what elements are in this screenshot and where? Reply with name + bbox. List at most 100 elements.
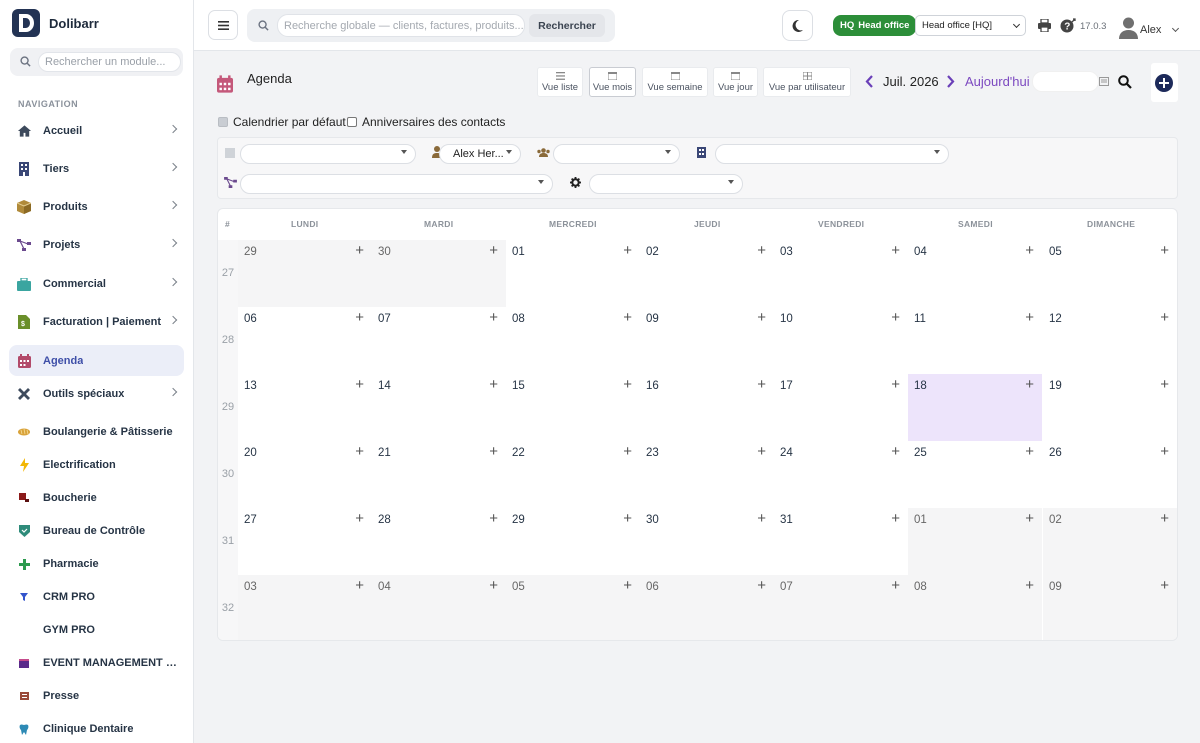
add-event-plus-icon[interactable]: + (1025, 377, 1034, 392)
sidebar-item-boulangerie[interactable]: Boulangerie & Pâtisserie (9, 416, 184, 447)
day-cell[interactable]: 11 + (908, 307, 1042, 374)
sidebar-item-projets[interactable]: Projets (9, 229, 184, 260)
checkbox-checked[interactable] (218, 117, 228, 127)
day-cell[interactable]: 20 + (238, 441, 372, 508)
status-select[interactable] (589, 174, 743, 194)
day-cell[interactable]: 30 + (640, 508, 774, 575)
add-event-plus-icon[interactable]: + (1160, 444, 1169, 459)
add-event-plus-icon[interactable]: + (757, 578, 766, 593)
usergroup-select[interactable] (553, 144, 680, 164)
user-select[interactable]: Alex Her... (439, 144, 521, 164)
add-event-plus-icon[interactable]: + (1025, 444, 1034, 459)
day-cell[interactable]: 21 + (372, 441, 506, 508)
day-cell[interactable]: 23 + (640, 441, 774, 508)
add-event-plus-icon[interactable]: + (757, 243, 766, 258)
search-button[interactable]: Rechercher (529, 14, 605, 37)
day-cell[interactable]: 09 + (640, 307, 774, 374)
sidebar-item-event-management[interactable]: EVENT MANAGEMENT P... (9, 647, 184, 678)
add-event-plus-icon[interactable]: + (355, 511, 364, 526)
add-event-plus-icon[interactable]: + (489, 444, 498, 459)
day-cell[interactable]: 03 + (238, 575, 372, 640)
day-cell[interactable]: 04 + (372, 575, 506, 640)
day-cell-today[interactable]: 18 + (908, 374, 1042, 441)
help-icon[interactable]: ? (1060, 18, 1077, 33)
thirdparty-select[interactable] (715, 144, 949, 164)
sidebar-item-produits[interactable]: Produits (9, 191, 184, 222)
entity-badge[interactable]: HQ Head office (833, 15, 917, 36)
day-cell[interactable]: 10 + (774, 307, 908, 374)
project-select[interactable] (240, 174, 553, 194)
chevron-down-icon[interactable] (1171, 24, 1180, 33)
sidebar-item-electrification[interactable]: Electrification (9, 449, 184, 480)
add-event-plus-icon[interactable]: + (1025, 511, 1034, 526)
brand[interactable]: Dolibarr (12, 9, 99, 37)
add-event-plus-icon[interactable]: + (623, 377, 632, 392)
add-event-plus-icon[interactable]: + (1025, 578, 1034, 593)
sidebar-item-accueil[interactable]: Accueil (9, 115, 184, 146)
add-event-plus-icon[interactable]: + (489, 578, 498, 593)
username[interactable]: Alex (1140, 24, 1161, 36)
day-cell[interactable]: 22 + (506, 441, 640, 508)
add-event-plus-icon[interactable]: + (757, 444, 766, 459)
day-cell[interactable]: 24 + (774, 441, 908, 508)
add-event-plus-icon[interactable]: + (489, 243, 498, 258)
day-cell[interactable]: 30 + (372, 240, 506, 307)
sidebar-item-facturation[interactable]: $ Facturation | Paiement (9, 306, 184, 337)
sidebar-item-gym-pro[interactable]: GYM PRO (9, 614, 184, 645)
add-event-plus-icon[interactable]: + (891, 310, 900, 325)
day-cell[interactable]: 02 + (1043, 508, 1177, 575)
day-cell[interactable]: 06 + (640, 575, 774, 640)
add-event-plus-icon[interactable]: + (891, 578, 900, 593)
add-event-plus-icon[interactable]: + (757, 511, 766, 526)
day-cell[interactable]: 13 + (238, 374, 372, 441)
user-avatar-icon[interactable] (1119, 17, 1138, 39)
day-cell[interactable]: 01 + (908, 508, 1042, 575)
add-event-plus-icon[interactable]: + (623, 578, 632, 593)
add-event-plus-icon[interactable]: + (757, 377, 766, 392)
add-event-plus-icon[interactable]: + (1025, 243, 1034, 258)
day-cell[interactable]: 25 + (908, 441, 1042, 508)
add-event-plus-icon[interactable]: + (489, 310, 498, 325)
add-event-plus-icon[interactable]: + (623, 310, 632, 325)
view-day-button[interactable]: Vue jour (713, 67, 758, 97)
day-cell[interactable]: 19 + (1043, 374, 1177, 441)
today-link[interactable]: Aujourd'hui (965, 74, 1030, 89)
menu-toggle-button[interactable] (208, 10, 238, 40)
day-cell[interactable]: 05 + (1043, 240, 1177, 307)
search-icon[interactable] (1118, 75, 1132, 89)
checkbox-unchecked[interactable] (347, 117, 357, 127)
calendar-picker-icon[interactable] (1099, 77, 1109, 86)
add-event-plus-icon[interactable]: + (891, 377, 900, 392)
sidebar-item-pharmacie[interactable]: Pharmacie (9, 548, 184, 579)
entity-select[interactable]: Head office [HQ] (915, 15, 1026, 36)
sidebar-item-agenda[interactable]: Agenda (9, 345, 184, 376)
add-event-plus-icon[interactable]: + (355, 444, 364, 459)
day-cell[interactable]: 29 + (238, 240, 372, 307)
dark-mode-toggle-button[interactable] (782, 10, 813, 41)
add-event-plus-icon[interactable]: + (355, 243, 364, 258)
date-input[interactable] (1032, 71, 1099, 92)
sidebar-item-clinique-dentaire[interactable]: Clinique Dentaire (9, 713, 184, 743)
day-cell[interactable]: 07 + (774, 575, 908, 640)
sidebar-item-boucherie[interactable]: Boucherie (9, 482, 184, 513)
view-list-button[interactable]: Vue liste (537, 67, 583, 97)
add-event-plus-icon[interactable]: + (1160, 511, 1169, 526)
sidebar-item-crm-pro[interactable]: CRM PRO (9, 581, 184, 612)
contact-birthdays-checkbox[interactable]: Anniversaires des contacts (347, 115, 505, 129)
add-event-plus-icon[interactable]: + (489, 511, 498, 526)
add-event-plus-icon[interactable]: + (1025, 310, 1034, 325)
day-cell[interactable]: 29 + (506, 508, 640, 575)
add-event-plus-icon[interactable]: + (1160, 310, 1169, 325)
default-calendar-checkbox[interactable]: Calendrier par défaut (218, 115, 346, 129)
day-cell[interactable]: 31 + (774, 508, 908, 575)
add-event-plus-icon[interactable]: + (891, 511, 900, 526)
day-cell[interactable]: 12 + (1043, 307, 1177, 374)
view-month-button[interactable]: Vue mois (589, 67, 636, 97)
add-event-plus-icon[interactable]: + (891, 243, 900, 258)
add-event-plus-icon[interactable]: + (1160, 377, 1169, 392)
chevron-right-icon[interactable] (946, 75, 955, 88)
add-event-plus-icon[interactable]: + (623, 444, 632, 459)
day-cell[interactable]: 04 + (908, 240, 1042, 307)
day-cell[interactable]: 17 + (774, 374, 908, 441)
view-week-button[interactable]: Vue semaine (642, 67, 708, 97)
